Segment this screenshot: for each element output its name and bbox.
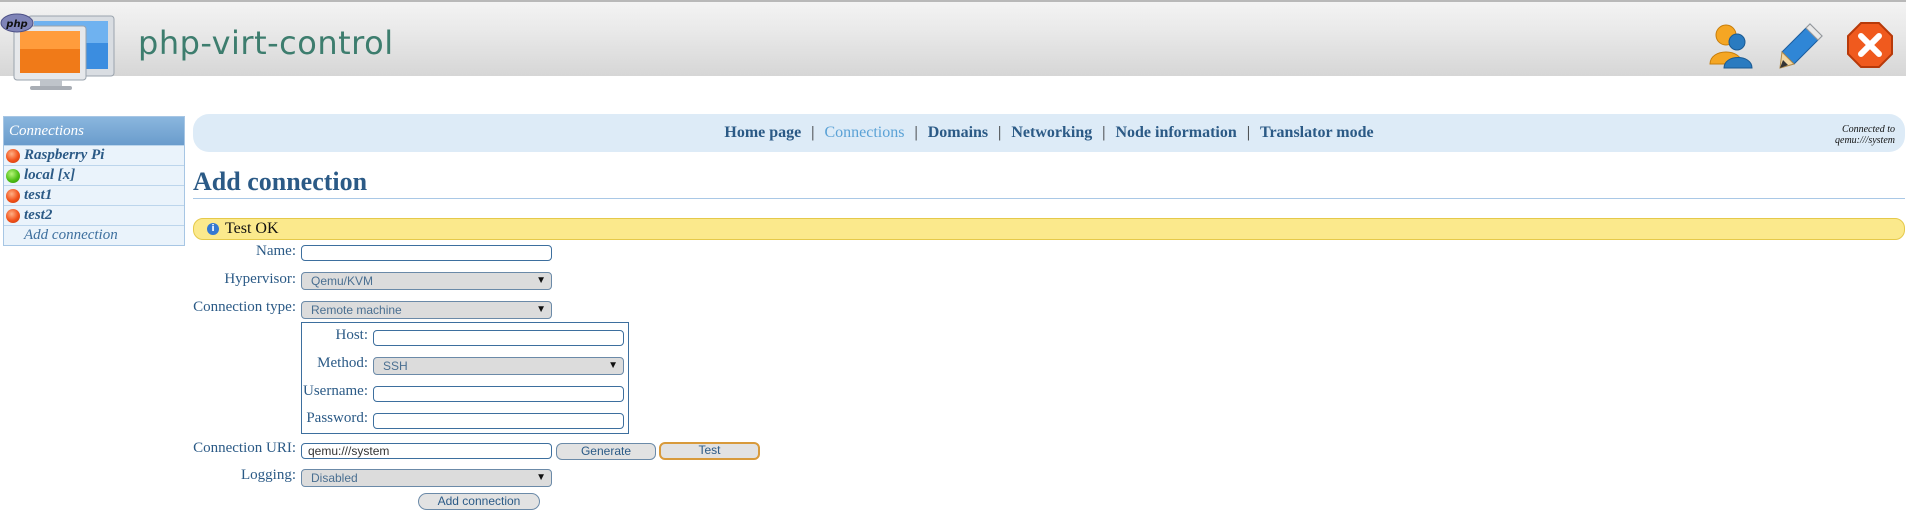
logging-label: Logging: [241, 467, 296, 483]
title-divider [193, 198, 1905, 199]
connection-status: Connected to qemu:///system [1835, 124, 1895, 146]
method-value: SSH [383, 359, 408, 373]
name-input[interactable] [301, 245, 552, 261]
connection-status-line1: Connected to [1841, 124, 1895, 135]
nav-home-page[interactable]: Home page [714, 124, 811, 142]
sidebar-item-label: Raspberry Pi [24, 147, 105, 163]
main-nav: Home page | Connections | Domains | Netw… [193, 114, 1905, 152]
status-offline-icon [6, 208, 20, 223]
sidebar-item-local[interactable]: local [x] [4, 165, 184, 185]
status-online-icon [6, 168, 20, 183]
nav-connections[interactable]: Connections [814, 124, 914, 142]
dropdown-arrow-icon: ▼ [536, 275, 546, 286]
generate-button[interactable]: Generate [556, 443, 656, 460]
test-button[interactable]: Test [659, 442, 760, 460]
connection-uri-input[interactable] [301, 443, 552, 459]
nav-networking[interactable]: Networking [1001, 124, 1102, 142]
nav-domains[interactable]: Domains [918, 124, 998, 142]
connections-sidebar: Connections Raspberry Pi local [x] test1… [3, 116, 185, 246]
host-input[interactable] [373, 330, 624, 346]
dropdown-arrow-icon: ▼ [608, 360, 618, 371]
svg-text:php: php [5, 19, 27, 30]
app-header: php php-virt-control [0, 0, 1906, 90]
php-virt-logo: php [0, 13, 115, 90]
host-label: Host: [335, 327, 368, 343]
add-connection-button[interactable]: Add connection [418, 493, 540, 510]
page-title: Add connection [193, 167, 368, 196]
sidebar-item-label: local [x] [24, 167, 76, 183]
sidebar-item-test2[interactable]: test2 [4, 205, 184, 225]
dropdown-arrow-icon: ▼ [536, 304, 546, 315]
sidebar-item-test1[interactable]: test1 [4, 185, 184, 205]
connection-type-select[interactable]: Remote machine ▼ [301, 301, 552, 319]
hypervisor-select[interactable]: Qemu/KVM ▼ [301, 272, 552, 290]
connection-uri-label: Connection URI: [193, 440, 296, 456]
method-label: Method: [317, 355, 368, 371]
sidebar-add-connection-link[interactable]: Add connection [4, 225, 184, 245]
status-offline-icon [6, 188, 20, 203]
connection-status-uri: qemu:///system [1835, 135, 1895, 146]
hypervisor-label: Hypervisor: [224, 271, 296, 287]
sidebar-item-label: test1 [24, 187, 53, 203]
sidebar-item-label: test2 [24, 207, 53, 223]
info-icon: i [207, 223, 219, 235]
notice-text: Test OK [225, 220, 279, 237]
edit-pencil-icon[interactable] [1776, 20, 1826, 70]
logging-select[interactable]: Disabled ▼ [301, 469, 552, 487]
user-settings-icon[interactable] [1706, 20, 1756, 70]
hypervisor-value: Qemu/KVM [311, 274, 374, 288]
dropdown-arrow-icon: ▼ [536, 472, 546, 483]
name-label: Name: [256, 243, 296, 259]
connection-type-value: Remote machine [311, 303, 402, 317]
test-result-notice: i Test OK [193, 218, 1905, 240]
logging-value: Disabled [311, 471, 358, 485]
username-label: Username: [303, 383, 368, 399]
password-label: Password: [306, 410, 368, 426]
sidebar-item-raspberry-pi[interactable]: Raspberry Pi [4, 145, 184, 165]
password-input[interactable] [373, 413, 624, 429]
logout-close-icon[interactable] [1845, 20, 1895, 70]
connection-type-label: Connection type: [193, 299, 296, 315]
method-select[interactable]: SSH ▼ [373, 357, 624, 375]
nav-translator-mode[interactable]: Translator mode [1250, 124, 1384, 142]
username-input[interactable] [373, 386, 624, 402]
status-offline-icon [6, 148, 20, 163]
nav-node-information[interactable]: Node information [1105, 124, 1246, 142]
sidebar-header: Connections [4, 117, 184, 145]
app-title: php-virt-control [138, 24, 394, 62]
